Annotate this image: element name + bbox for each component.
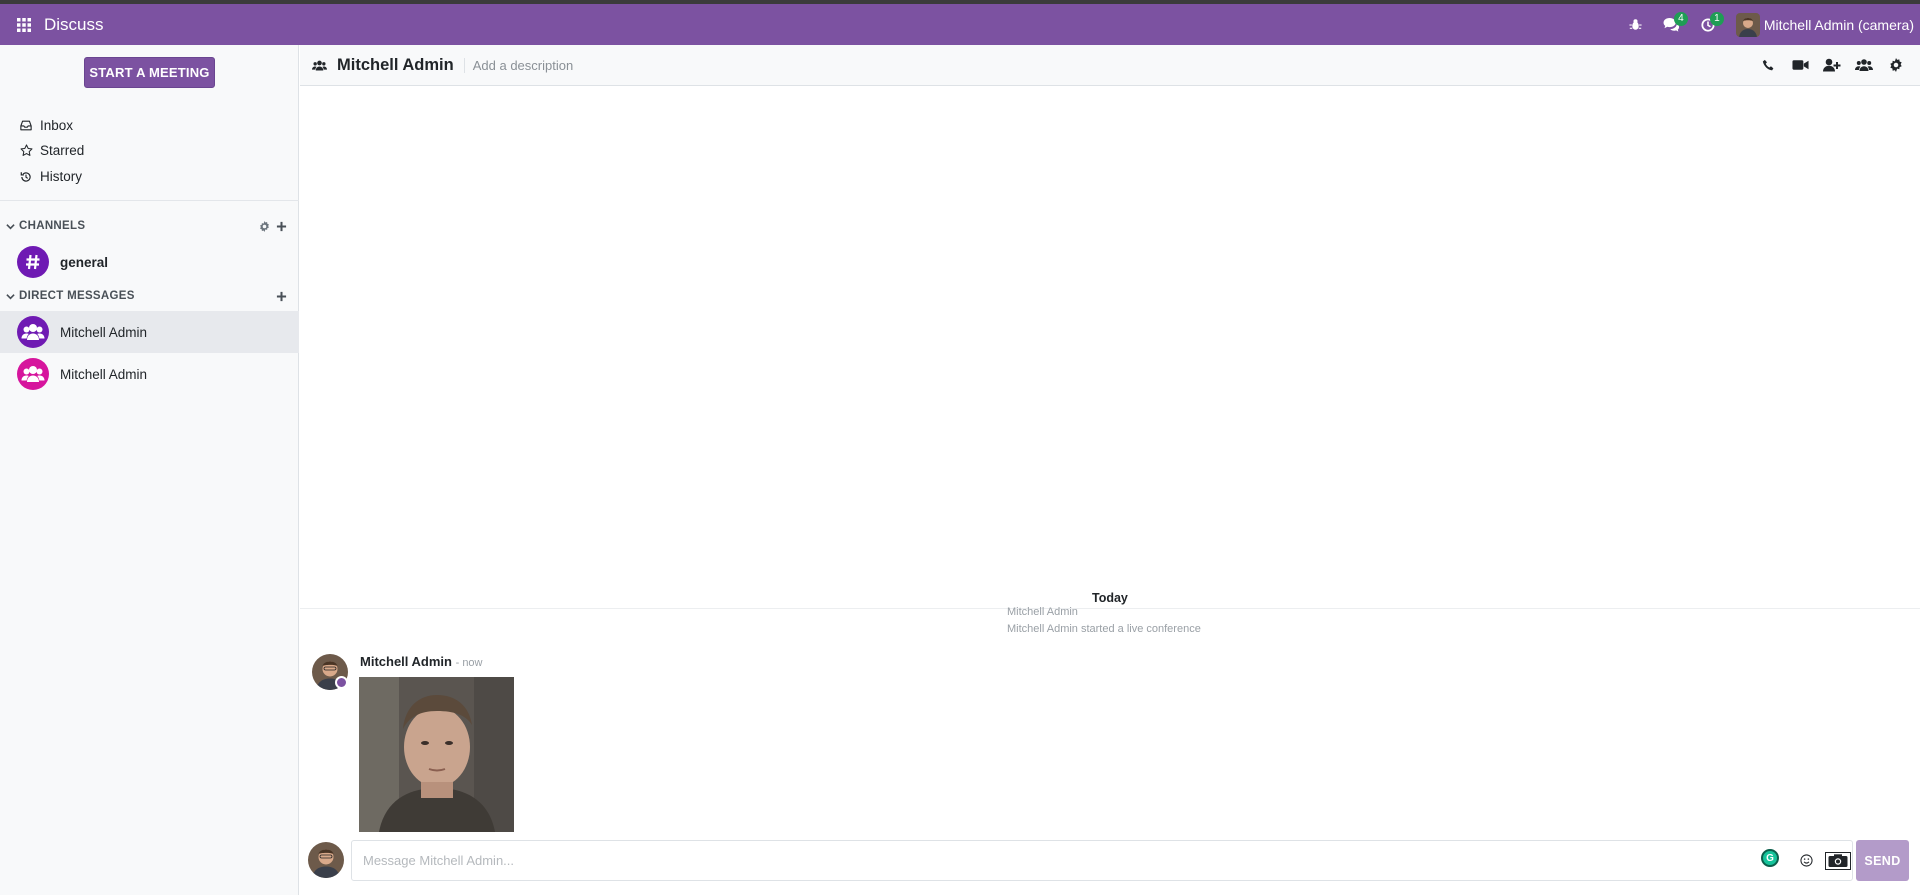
thread-header: Mitchell Admin Add a description [300, 45, 1920, 86]
grammarly-icon[interactable]: G [1761, 849, 1779, 867]
hashtag-channel-icon [17, 246, 49, 278]
camera-icon[interactable] [1824, 847, 1852, 875]
dm-name: Mitchell Admin [60, 324, 148, 340]
direct-messages-category-header[interactable]: DIRECT MESSAGES [0, 285, 299, 307]
add-chat-plus-icon[interactable] [276, 291, 287, 302]
send-button[interactable]: SEND [1856, 840, 1909, 881]
discuss-sidebar: START A MEETING Inbox Starred History CH… [0, 45, 299, 895]
main-navbar: Discuss 4 1 Mitchell Admin (camera) [0, 4, 1920, 45]
thread-description-input[interactable]: Add a description [463, 57, 573, 73]
dm-name: Mitchell Admin [60, 366, 148, 382]
users-group-icon [312, 59, 327, 72]
sidebar-item-starred[interactable]: Starred [0, 138, 299, 163]
activity-menu-button[interactable]: 1 [1690, 4, 1726, 45]
channels-category-header[interactable]: CHANNELS [0, 215, 299, 237]
date-separator-line [300, 608, 1920, 609]
channel-settings-gear-icon[interactable] [259, 220, 270, 232]
app-title[interactable]: Discuss [44, 15, 104, 35]
date-separator-label: Today [1090, 591, 1130, 605]
start-meeting-button[interactable]: START A MEETING [84, 57, 215, 88]
direct-messages-category-label: DIRECT MESSAGES [19, 290, 135, 302]
inbox-icon [20, 120, 34, 131]
emoji-smiley-icon[interactable] [1792, 847, 1820, 875]
message-author: Mitchell Admin - now [360, 654, 483, 669]
message-timestamp: - now [455, 657, 483, 669]
composer-box: G [351, 840, 1875, 881]
group-chat-avatar-icon [17, 358, 49, 390]
group-chat-avatar-icon [17, 316, 49, 348]
message-author-name[interactable]: Mitchell Admin [360, 654, 452, 669]
message-list[interactable]: Today Mitchell Admin Mitchell Admin star… [300, 86, 1920, 842]
direct-messages-category-actions [276, 291, 287, 302]
app-grid-icon[interactable] [12, 13, 36, 37]
activities-count-badge: 1 [1709, 12, 1724, 26]
notification-text: Mitchell Admin started a live conference [1007, 623, 1201, 635]
members-icon[interactable] [1848, 49, 1880, 81]
image-attachment[interactable] [359, 677, 514, 832]
channel-name: general [60, 254, 109, 270]
thread-title[interactable]: Mitchell Admin [337, 56, 454, 75]
messaging-menu-button[interactable]: 4 [1654, 4, 1690, 45]
user-avatar [1735, 12, 1760, 37]
sidebar-item-dm-mitchell-admin-1[interactable]: Mitchell Admin [0, 311, 299, 353]
history-icon [20, 171, 34, 183]
channels-category-label: CHANNELS [19, 220, 86, 232]
debug-bug-icon[interactable] [1618, 4, 1654, 45]
composer: G SEND [300, 838, 1920, 895]
user-name: Mitchell Admin (camera) [1763, 16, 1914, 33]
date-separator: Today [300, 591, 1920, 609]
sidebar-item-dm-mitchell-admin-2[interactable]: Mitchell Admin [0, 353, 299, 395]
chevron-down-icon [6, 292, 15, 301]
sidebar-divider [0, 200, 299, 201]
thread-actions [1752, 49, 1912, 81]
sidebar-item-inbox[interactable]: Inbox [0, 113, 299, 138]
add-channel-plus-icon[interactable] [276, 221, 287, 232]
add-user-icon[interactable] [1816, 49, 1848, 81]
star-icon [20, 144, 34, 157]
messages-count-badge: 4 [1673, 12, 1688, 26]
sidebar-item-label: History [40, 169, 83, 184]
sidebar-item-label: Inbox [40, 118, 74, 133]
video-camera-icon[interactable] [1784, 49, 1816, 81]
chevron-down-icon [6, 222, 15, 231]
current-user-avatar [308, 842, 344, 878]
channels-category-actions [259, 220, 287, 232]
navbar-systray: 4 1 Mitchell Admin (camera) [1618, 4, 1920, 45]
phone-icon[interactable] [1752, 49, 1784, 81]
online-presence-indicator [335, 676, 348, 689]
message-input[interactable] [352, 841, 1712, 880]
notification-author: Mitchell Admin [1007, 606, 1078, 618]
sidebar-item-channel-general[interactable]: general [0, 241, 299, 283]
sidebar-item-label: Starred [40, 143, 85, 158]
user-menu[interactable]: Mitchell Admin (camera) [1735, 12, 1914, 37]
sidebar-item-history[interactable]: History [0, 164, 299, 189]
settings-icon[interactable] [1880, 49, 1912, 81]
